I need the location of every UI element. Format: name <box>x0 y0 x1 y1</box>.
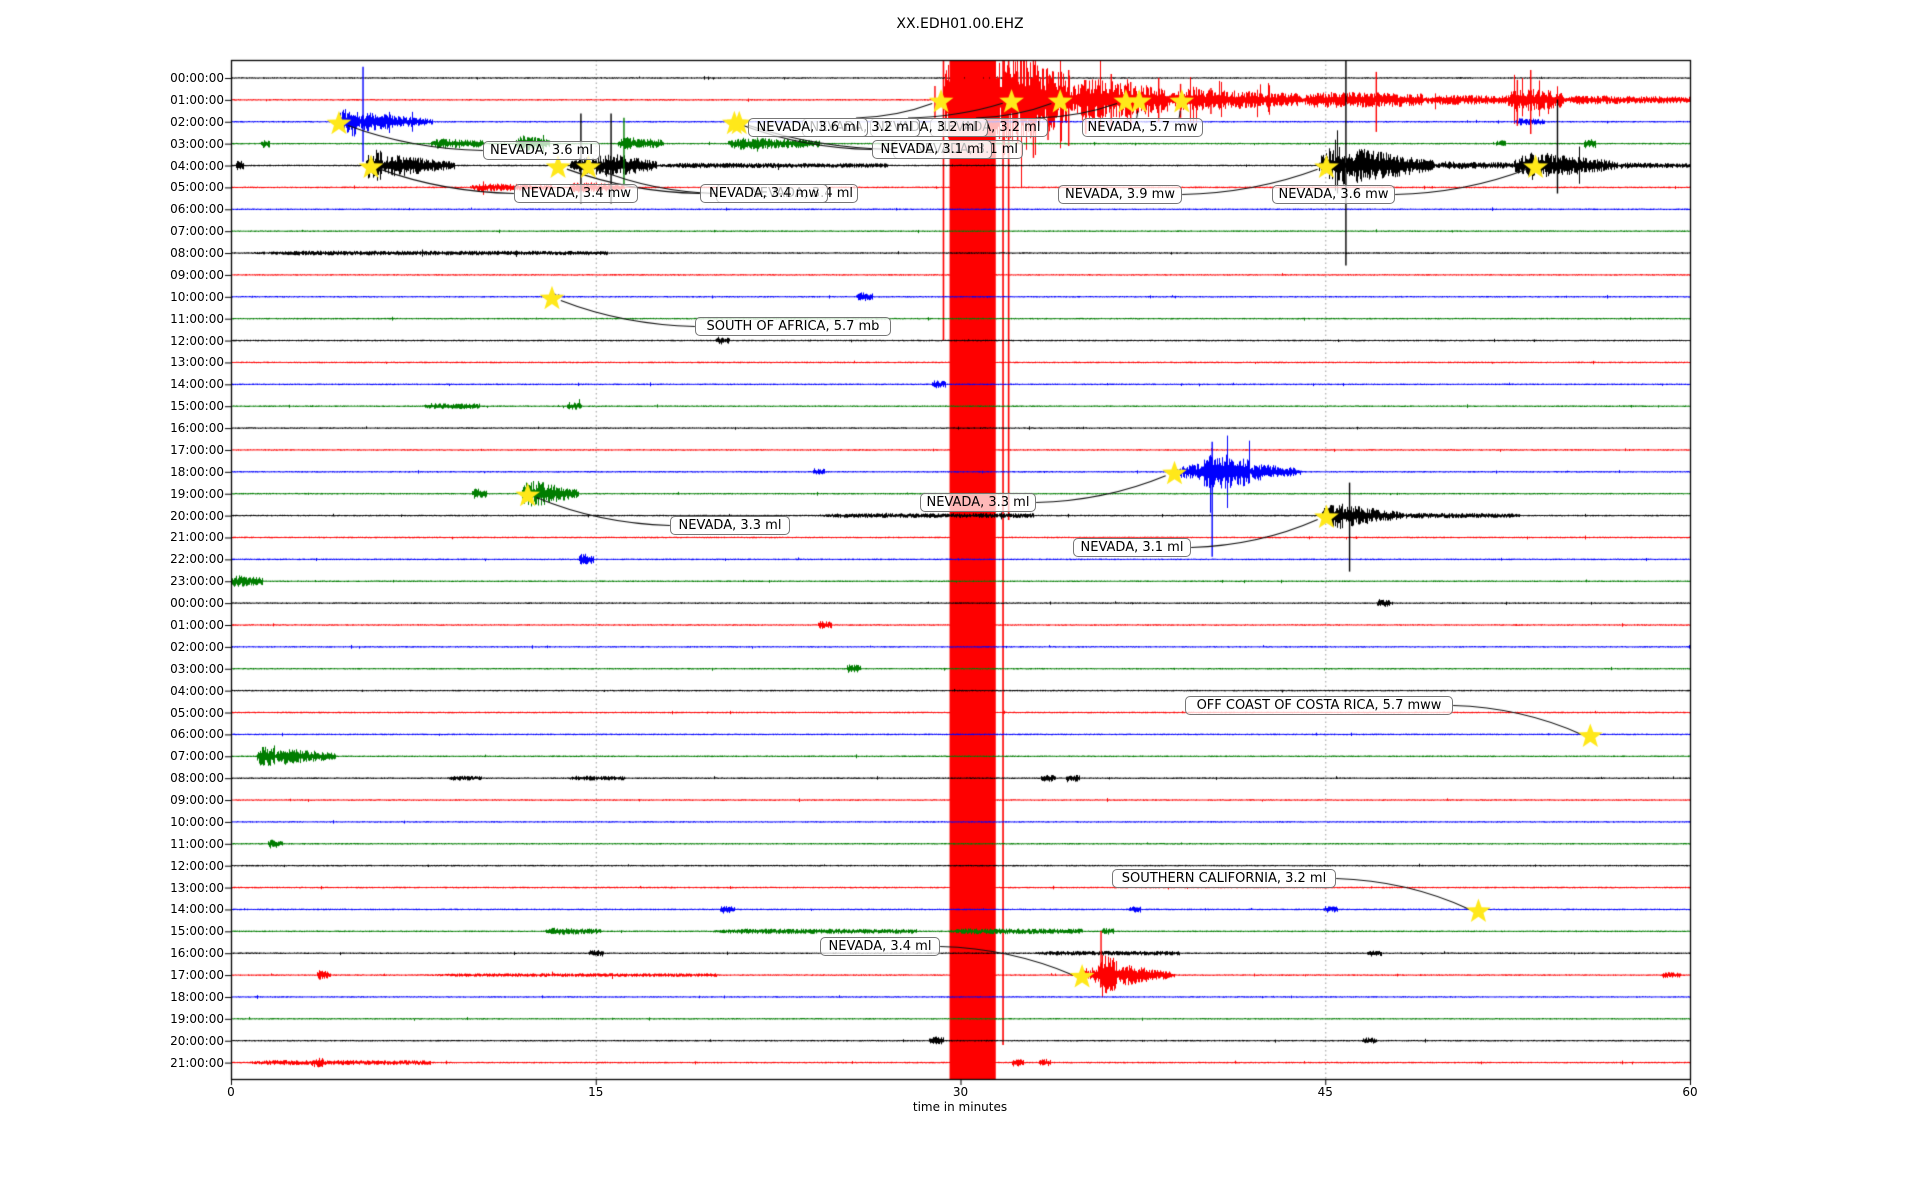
event-label: NEVADA, 3.1 ml <box>1073 538 1191 557</box>
y-axis-row-label: 05:00:00 <box>170 705 224 720</box>
event-label: NEVADA, 3.6 ml <box>483 141 600 160</box>
x-axis-tick-label: 15 <box>588 1085 604 1099</box>
y-axis-row-label: 21:00:00 <box>170 1055 224 1070</box>
helicorder-figure: XX.EDH01.00.EHZ time in minutes 00:00:00… <box>0 0 1920 1200</box>
y-axis-row-label: 15:00:00 <box>170 924 224 939</box>
y-axis-row-label: 06:00:00 <box>170 202 224 217</box>
x-axis-tick-label: 0 <box>227 1085 235 1099</box>
event-label: NEVADA, 3.4 mw <box>700 184 828 203</box>
y-axis-row-label: 23:00:00 <box>170 574 224 589</box>
event-label: NEVADA, 3.4 mw <box>514 184 638 203</box>
y-axis-row-label: 15:00:00 <box>170 399 224 414</box>
x-axis-tick-label: 30 <box>952 1085 969 1099</box>
y-axis-row-label: 05:00:00 <box>170 180 224 195</box>
y-axis-row-label: 22:00:00 <box>170 552 224 567</box>
y-axis-row-label: 06:00:00 <box>170 727 224 742</box>
y-axis-row-label: 14:00:00 <box>170 377 224 392</box>
y-axis-row-label: 04:00:00 <box>170 158 224 173</box>
y-axis-row-label: 08:00:00 <box>170 771 224 786</box>
event-label: OFF COAST OF COSTA RICA, 5.7 mww <box>1185 696 1453 715</box>
y-axis-row-label: 01:00:00 <box>170 618 224 632</box>
page-title: XX.EDH01.00.EHZ <box>896 16 1024 32</box>
x-axis-label: time in minutes <box>912 1100 1008 1114</box>
event-label: SOUTHERN CALIFORNIA, 3.2 ml <box>1112 869 1336 888</box>
event-label: NEVADA, 3.6 mw <box>1272 185 1395 204</box>
y-axis-row-label: 18:00:00 <box>170 989 224 1004</box>
y-axis-row-label: 07:00:00 <box>170 749 224 764</box>
y-axis-row-label: 18:00:00 <box>170 464 224 479</box>
y-axis-row-label: 11:00:00 <box>170 311 224 326</box>
y-axis-row-label: 09:00:00 <box>170 793 224 808</box>
event-label: NEVADA, 3.9 mw <box>1058 185 1182 204</box>
y-axis-row-label: 19:00:00 <box>170 486 224 501</box>
event-label: NEVADA, 3.6 ml <box>748 118 868 137</box>
y-axis-row-label: 16:00:00 <box>170 421 224 436</box>
y-axis-row-label: 21:00:00 <box>170 530 224 545</box>
y-axis-row-label: 04:00:00 <box>170 683 224 698</box>
y-axis-row-label: 08:00:00 <box>170 246 224 261</box>
y-axis-row-label: 02:00:00 <box>170 639 224 654</box>
x-axis-tick-label: 60 <box>1682 1085 1698 1099</box>
y-axis-row-label: 17:00:00 <box>170 442 224 457</box>
y-axis-row-label: 01:00:00 <box>170 92 224 107</box>
y-axis-row-label: 20:00:00 <box>170 508 224 523</box>
y-axis-row-label: 16:00:00 <box>170 946 224 961</box>
y-axis-row-label: 03:00:00 <box>170 136 224 151</box>
y-axis-row-label: 11:00:00 <box>170 836 224 851</box>
event-label: NEVADA, 3.4 ml <box>820 937 940 956</box>
y-axis-row-label: 07:00:00 <box>170 224 224 239</box>
event-label: NEVADA, 3.1 ml <box>872 140 992 159</box>
x-axis-tick-label: 45 <box>1317 1085 1333 1099</box>
y-axis-row-label: 14:00:00 <box>170 902 224 917</box>
y-axis-row-label: 00:00:00 <box>170 71 224 85</box>
y-axis-row-label: 12:00:00 <box>170 858 224 873</box>
y-axis-row-label: 02:00:00 <box>170 114 224 129</box>
event-label: NEVADA, 3.3 ml <box>920 493 1036 512</box>
y-axis-row-label: 03:00:00 <box>170 661 224 676</box>
y-axis-row-label: 20:00:00 <box>170 1033 224 1048</box>
y-axis-row-label: 10:00:00 <box>170 289 224 304</box>
event-label: NEVADA, 5.7 mw <box>1082 118 1203 137</box>
y-axis-row-label: 12:00:00 <box>170 333 224 348</box>
event-label: SOUTH OF AFRICA, 5.7 mb <box>695 317 891 336</box>
y-axis-row-label: 13:00:00 <box>170 880 224 895</box>
y-axis-row-label: 19:00:00 <box>170 1011 224 1026</box>
event-label: NEVADA, 3.3 ml <box>670 516 790 535</box>
y-axis-row-label: 13:00:00 <box>170 355 224 370</box>
helicorder-canvas <box>0 0 1920 1200</box>
y-axis-row-label: 10:00:00 <box>170 814 224 829</box>
y-axis-row-label: 09:00:00 <box>170 267 224 282</box>
y-axis-row-label: 17:00:00 <box>170 968 224 983</box>
y-axis-row-label: 00:00:00 <box>170 596 224 611</box>
